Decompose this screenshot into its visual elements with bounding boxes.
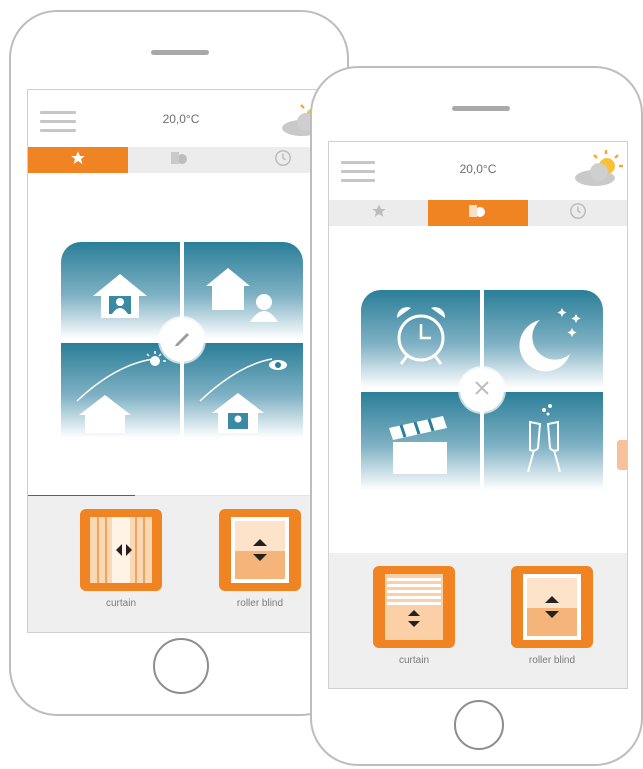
- scene-grid: [361, 290, 603, 490]
- scene-night-watch-tile[interactable]: [184, 343, 303, 438]
- scenes-icon: [168, 150, 192, 171]
- curtain-label: curtain: [105, 598, 136, 609]
- night-watch-icon: [198, 351, 294, 438]
- screen-left: 20,0°C curtain roller blind: [27, 89, 335, 633]
- roller-blind-label: roller blind: [236, 598, 284, 609]
- timer-icon: [274, 149, 292, 172]
- device-curtain[interactable]: curtain: [364, 566, 464, 666]
- scene-grid: [61, 242, 303, 438]
- roller-blind-label: roller blind: [528, 655, 576, 666]
- close-scene-button[interactable]: [460, 368, 504, 412]
- star-icon: [371, 203, 387, 224]
- scenes-icon: [466, 203, 490, 224]
- alarm-clock-icon: [391, 304, 451, 373]
- scene-morning-tile[interactable]: [61, 343, 180, 438]
- scene-celebrate-tile[interactable]: [484, 392, 603, 490]
- phone-right: 20,0°C curtain roller blind: [310, 66, 643, 766]
- clapperboard-icon: [385, 412, 455, 481]
- phone-left: 20,0°C curtain roller blind: [9, 10, 349, 716]
- home-button[interactable]: [153, 638, 209, 694]
- device-bar: curtain roller blind: [28, 496, 334, 632]
- weather-icon: [573, 150, 623, 193]
- champagne-icon: [518, 402, 574, 487]
- edit-button[interactable]: [160, 318, 204, 362]
- scene-away-tile[interactable]: [184, 242, 303, 339]
- tab-favorites[interactable]: [28, 147, 128, 173]
- scene-wakeup-tile[interactable]: [361, 290, 480, 388]
- tab-timer[interactable]: [528, 200, 627, 226]
- tab-bar: [28, 147, 334, 173]
- device-roller-blind[interactable]: roller blind: [502, 566, 602, 666]
- curtain-label: curtain: [398, 655, 429, 666]
- close-icon: [473, 379, 491, 402]
- tab-scenes[interactable]: [128, 147, 231, 173]
- side-drawer-handle[interactable]: [617, 440, 627, 470]
- tab-favorites[interactable]: [329, 200, 428, 226]
- away-icon: [206, 266, 282, 327]
- curtain-icon: [80, 509, 162, 591]
- moon-stars-icon: [506, 302, 586, 377]
- star-icon: [70, 150, 86, 171]
- tab-bar: [329, 200, 627, 226]
- timer-icon: [569, 202, 587, 225]
- device-bar: curtain roller blind: [329, 553, 627, 688]
- speaker: [452, 106, 510, 111]
- roller-blind-icon: [511, 566, 593, 648]
- screen-right: 20,0°C curtain roller blind: [328, 141, 628, 689]
- speaker: [151, 50, 209, 55]
- pencil-icon: [172, 328, 192, 353]
- home-icon: [91, 272, 149, 325]
- scene-movie-tile[interactable]: [361, 392, 480, 490]
- tab-scenes[interactable]: [428, 200, 528, 226]
- device-roller-blind[interactable]: roller blind: [210, 509, 310, 609]
- home-button[interactable]: [454, 700, 504, 750]
- morning-icon: [75, 351, 171, 438]
- venetian-blind-icon: [373, 566, 455, 648]
- roller-blind-icon: [219, 509, 301, 591]
- scene-home-tile[interactable]: [61, 242, 180, 339]
- device-curtain[interactable]: curtain: [71, 509, 171, 609]
- scene-night-tile[interactable]: [484, 290, 603, 388]
